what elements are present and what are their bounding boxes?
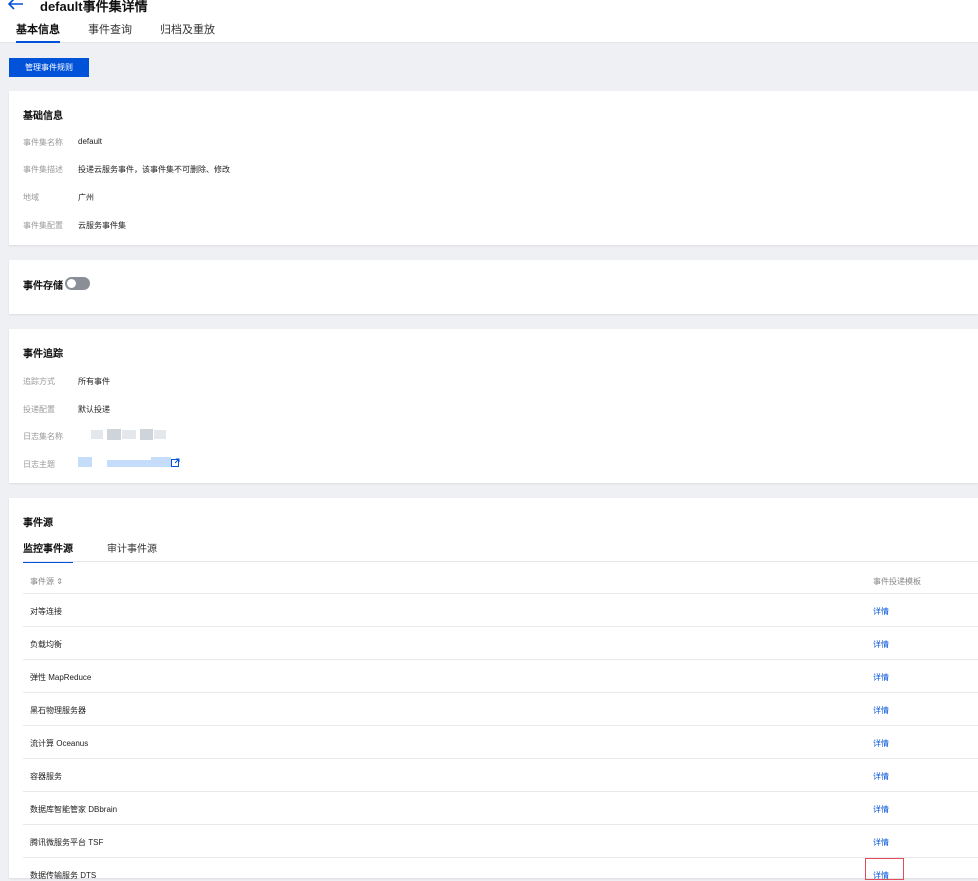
redacted-link-block[interactable] [151,457,171,467]
table-row-name: 弹性 MapReduce [30,673,92,682]
table-row-name: 黑石物理服务器 [30,706,86,715]
tab-basic-info[interactable]: 基本信息 [16,23,60,43]
subtab-divider [23,561,978,562]
table-row-detail-link[interactable]: 详情 [873,606,889,617]
table-row-name: 腾讯微服务平台 TSF [30,838,104,847]
field-value-description: 投递云服务事件，该事件集不可删除、修改 [78,165,230,174]
redacted-block [122,430,136,439]
highlight-box [865,858,904,880]
table-row-detail-link[interactable]: 详情 [873,738,889,749]
top-bar: default事件集详情 基本信息 事件查询 归档及重放 [0,0,978,43]
field-value-region: 广州 [78,193,94,202]
table-row-detail-link[interactable]: 详情 [873,771,889,782]
row-divider [23,824,978,825]
field-label-delivery-config: 投递配置 [23,405,55,414]
back-arrow-icon[interactable] [8,0,24,10]
event-tracking-card: 事件追踪 追踪方式 所有事件 投递配置 默认投递 日志集名称 日志主题 [9,329,978,483]
event-storage-title: 事件存储 [23,281,63,292]
row-divider [23,626,978,627]
basic-info-card: 基础信息 事件集名称 default 事件集描述 投递云服务事件，该事件集不可删… [9,91,978,245]
tab-archive-replay[interactable]: 归档及重放 [160,23,215,41]
column-header-delivery-template: 事件投递模板 [873,577,921,586]
toggle-knob [67,279,76,288]
redacted-block [140,429,153,440]
table-row-detail-link[interactable]: 详情 [873,837,889,848]
table-row-name: 数据传输服务 DTS [30,871,97,880]
external-link-icon[interactable] [171,458,180,467]
field-label-event-bus-name: 事件集名称 [23,138,63,147]
field-label-log-topic: 日志主题 [23,460,55,469]
row-divider [23,857,978,858]
redacted-link-block[interactable] [107,460,151,467]
basic-info-title: 基础信息 [23,111,63,122]
tab-event-query[interactable]: 事件查询 [88,23,132,41]
field-value-config: 云服务事件集 [78,221,126,230]
field-value-delivery-config: 默认投递 [78,405,110,414]
row-divider [23,692,978,693]
table-row-detail-link[interactable]: 详情 [873,639,889,650]
redacted-block [91,430,103,439]
event-source-card: 事件源 监控事件源 审计事件源 事件源 ⇕ 事件投递模板 对等连接 详情 负载均… [9,498,978,880]
field-label-config: 事件集配置 [23,221,63,230]
field-label-description: 事件集描述 [23,165,63,174]
table-row-name: 流计算 Oceanus [30,739,89,748]
row-divider [23,791,978,792]
table-row-detail-link[interactable]: 详情 [873,804,889,815]
table-row-name: 负载均衡 [30,640,62,649]
main-tabs: 基本信息 事件查询 归档及重放 [16,23,243,43]
table-header-divider [23,593,978,594]
subtab-audit-source[interactable]: 审计事件源 [107,544,157,561]
redacted-link-block[interactable] [78,457,92,467]
table-row-name: 对等连接 [30,607,62,616]
table-row-name: 数据库智能管家 DBbrain [30,805,118,814]
event-storage-toggle[interactable] [65,277,90,290]
field-value-event-bus-name: default [78,137,103,146]
redacted-block [107,429,121,440]
redacted-block [154,430,166,439]
row-divider [23,725,978,726]
event-storage-card: 事件存储 [9,260,978,314]
column-header-event-source[interactable]: 事件源 ⇕ [30,576,63,587]
event-source-title: 事件源 [23,518,53,529]
field-label-tracking-mode: 追踪方式 [23,377,55,386]
row-divider [23,758,978,759]
event-tracking-title: 事件追踪 [23,349,63,360]
table-row-detail-link[interactable]: 详情 [873,705,889,716]
table-row-name: 容器服务 [30,772,62,781]
page-title: default事件集详情 [40,0,148,14]
field-value-tracking-mode: 所有事件 [78,377,110,386]
row-divider [23,659,978,660]
manage-event-rules-button[interactable]: 管理事件规则 [9,58,89,77]
table-row-detail-link[interactable]: 详情 [873,672,889,683]
field-label-region: 地域 [23,193,39,202]
field-label-logset-name: 日志集名称 [23,432,63,441]
